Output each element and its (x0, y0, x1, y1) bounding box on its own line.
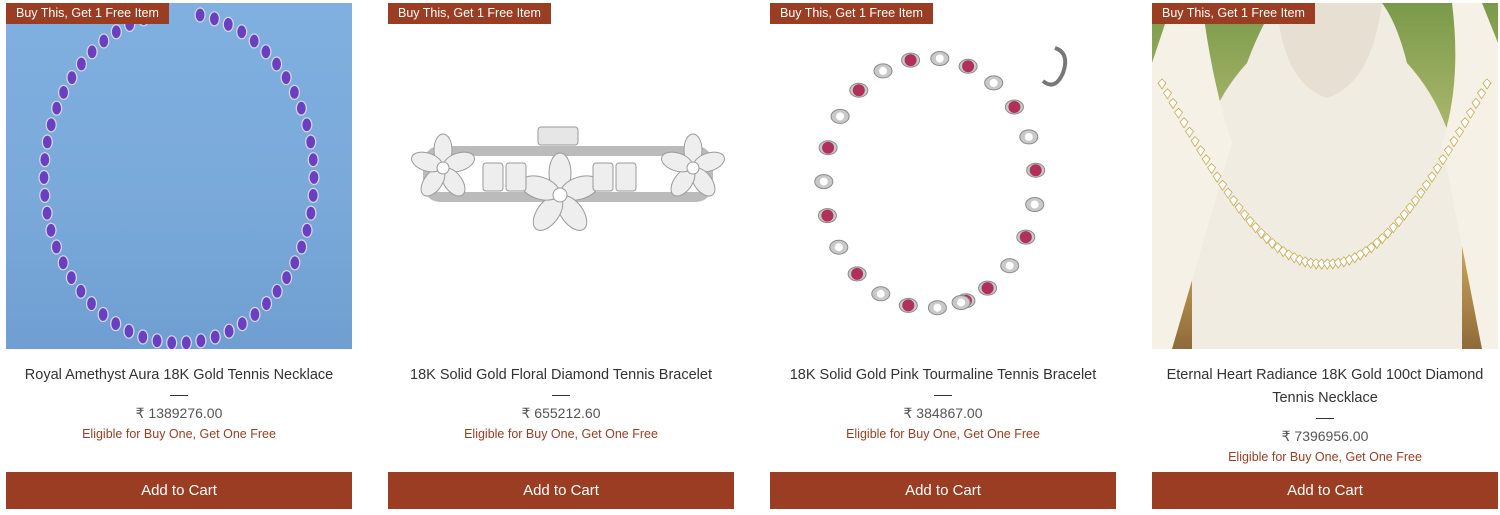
promo-badge: Buy This, Get 1 Free Item (770, 3, 933, 24)
diamond-necklace-bust-image (1152, 3, 1498, 349)
offer-text: Eligible for Buy One, Get One Free (464, 427, 658, 441)
product-grid: Buy This, Get 1 Free Item Royal Amethyst… (0, 0, 1500, 515)
product-price: ₹ 1389276.00 (135, 405, 223, 421)
product-price: ₹ 384867.00 (903, 405, 983, 421)
product-info: 18K Solid Gold Pink Tourmaline Tennis Br… (770, 362, 1116, 443)
add-to-cart-button[interactable]: Add to Cart (6, 472, 352, 509)
offer-text: Eligible for Buy One, Get One Free (846, 427, 1040, 441)
product-title[interactable]: Royal Amethyst Aura 18K Gold Tennis Neck… (6, 362, 352, 387)
product-image[interactable] (1152, 3, 1498, 349)
product-image[interactable] (388, 3, 734, 349)
offer-text: Eligible for Buy One, Get One Free (1228, 450, 1422, 464)
product-price: ₹ 655212.60 (521, 405, 601, 421)
product-image[interactable] (6, 3, 352, 349)
product-info: Eternal Heart Radiance 18K Gold 100ct Di… (1152, 362, 1498, 466)
product-title[interactable]: 18K Solid Gold Pink Tourmaline Tennis Br… (770, 362, 1116, 387)
amethyst-necklace-image (38, 7, 320, 349)
offer-text: Eligible for Buy One, Get One Free (82, 427, 276, 441)
divider (552, 395, 570, 396)
tourmaline-bracelet-image (814, 46, 1068, 316)
product-card[interactable]: Buy This, Get 1 Free Item Royal Amethyst… (6, 0, 352, 515)
product-card[interactable]: Buy This, Get 1 Free Item Eternal Heart … (1152, 0, 1498, 515)
divider (934, 395, 952, 396)
divider (170, 395, 188, 396)
add-to-cart-button[interactable]: Add to Cart (770, 472, 1116, 509)
product-image[interactable] (770, 3, 1116, 349)
promo-badge: Buy This, Get 1 Free Item (6, 3, 169, 24)
product-title[interactable]: 18K Solid Gold Floral Diamond Tennis Bra… (388, 362, 734, 387)
product-title[interactable]: Eternal Heart Radiance 18K Gold 100ct Di… (1152, 362, 1498, 410)
product-info: 18K Solid Gold Floral Diamond Tennis Bra… (388, 362, 734, 443)
add-to-cart-button[interactable]: Add to Cart (388, 472, 734, 509)
floral-bracelet-image (411, 126, 725, 231)
product-card[interactable]: Buy This, Get 1 Free Item 18K Solid Gold… (388, 0, 734, 515)
product-card[interactable]: Buy This, Get 1 Free Item 18K Solid Gold… (770, 0, 1116, 515)
product-info: Royal Amethyst Aura 18K Gold Tennis Neck… (6, 362, 352, 443)
promo-badge: Buy This, Get 1 Free Item (1152, 3, 1315, 24)
product-price: ₹ 7396956.00 (1281, 428, 1369, 444)
promo-badge: Buy This, Get 1 Free Item (388, 3, 551, 24)
divider (1316, 418, 1334, 419)
add-to-cart-button[interactable]: Add to Cart (1152, 472, 1498, 509)
